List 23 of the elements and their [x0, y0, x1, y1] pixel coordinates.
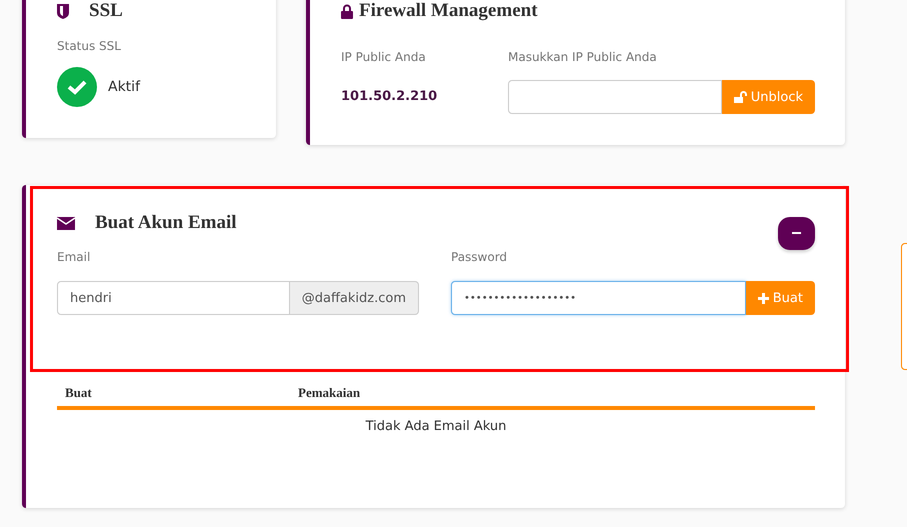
envelope-icon — [57, 216, 75, 230]
ip-label: IP Public Anda — [341, 50, 427, 64]
ip-input-field[interactable] — [508, 80, 722, 114]
shield-icon — [57, 4, 69, 18]
password-label: Password — [451, 250, 508, 264]
password-input-field[interactable]: ••••••••••••••••••• — [451, 281, 746, 315]
input-label: Masukkan IP Public Anda — [508, 50, 658, 64]
card-title: Buat Akun Email — [95, 212, 236, 234]
column-header: Pemakaian — [298, 385, 362, 401]
lock-icon — [341, 4, 353, 18]
column-header: Buat — [65, 385, 93, 401]
domain-addon: @daffakidz.com — [290, 281, 419, 315]
status-label: Status SSL — [57, 39, 122, 53]
card-title: SSL — [89, 0, 123, 22]
status-text: Aktif — [108, 79, 140, 95]
collapse-button[interactable]: − — [778, 217, 815, 250]
email-input-field[interactable]: hendri — [57, 281, 290, 315]
unlock-icon — [734, 91, 747, 103]
email-label: Email — [57, 250, 92, 264]
empty-message: Tidak Ada Email Akun — [366, 419, 506, 434]
card-title: Firewall Management — [359, 0, 538, 22]
ip-value: 101.50.2.210 — [341, 88, 438, 106]
plus-icon — [758, 292, 769, 304]
